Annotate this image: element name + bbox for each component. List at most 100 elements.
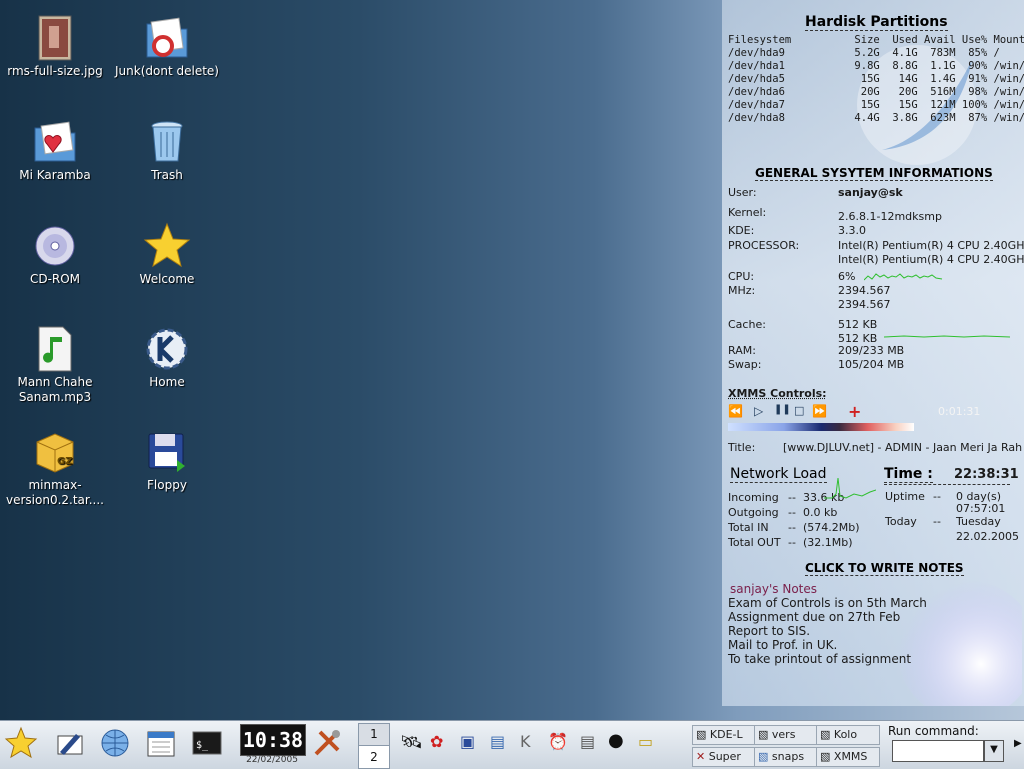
desktop-icon-label: rms-full-size.jpg [7,64,102,78]
clock-time: 10:38 [243,728,303,752]
bomb-icon[interactable]: ● [608,730,624,751]
today-label: Today [885,515,917,528]
mhz-value: 2394.567 [838,284,891,297]
desktop-icon-home[interactable]: Home [115,325,219,390]
task-button-super[interactable]: ✕ Super [692,747,756,767]
svg-text:GZ: GZ [57,456,72,467]
uptime-sep: -- [933,490,941,503]
ram-value: 209/233 MB [838,344,904,357]
desktop-icon-mi-karamba[interactable]: Mi Karamba [3,118,107,183]
time-clock: 22:38:31 [954,467,1019,482]
taskbar-star-button[interactable] [4,726,38,760]
window-icon: ▧ [820,750,830,763]
kde-label: KDE: [728,224,754,237]
cache-label: Cache: [728,318,766,331]
taskbar-browser-button[interactable] [98,726,132,760]
ticket-icon[interactable]: ▭ [638,732,653,751]
time-divider [884,484,1010,485]
partition-row: /dev/hda6 20G 20G 516M 98% /win/e [728,86,1024,98]
xmms-progress-bar[interactable] [728,423,914,431]
uptime-label: Uptime [885,490,925,503]
add-icon[interactable]: + [848,402,861,421]
xmms-elapsed: 0:01:31 [938,405,980,418]
kde-home-icon [143,325,191,373]
run-command-input[interactable] [892,740,984,762]
total-out-value: (32.1Mb) [803,536,853,549]
taskbar-kwrite-button[interactable] [52,726,86,760]
total-in-value: (574.2Mb) [803,521,860,534]
network-title: Network Load [730,466,827,483]
today-value: Tuesday [956,515,1001,528]
taskbar-scroll-right-icon[interactable]: ▶ [1014,738,1022,749]
desktop-2-button[interactable]: 2 [359,746,389,768]
note-line: Mail to Prof. in UK. [728,638,837,652]
note-line: Assignment due on 27th Feb [728,610,900,624]
note-line: To take printout of assignment [728,652,911,666]
desktop-icon-label: Floppy [147,478,187,492]
cpu-label: CPU: [728,270,754,283]
task-label: KDE-L [710,728,743,741]
desktop-1-button[interactable]: 1 [359,724,389,746]
alarm-clock-icon[interactable]: ⏰ [548,732,568,751]
cdrom-icon [31,222,79,270]
desktop-icon-label: Junk(dont delete) [115,64,219,78]
desktop-icon-rms-full-size[interactable]: rms-full-size.jpg [3,14,107,79]
gz-archive-icon: GZ [31,428,79,476]
desktop-icon-label: minmax-version0.2.tar.... [6,478,104,507]
swap-value: 105/204 MB [838,358,904,371]
processor-value: Intel(R) Pentium(R) 4 CPU 2.40GHz [838,239,1024,252]
task-label: vers [772,728,796,741]
partition-row: /dev/hda7 15G 15G 121M 100% /win/f [728,99,1024,111]
notes-header[interactable]: CLICK TO WRITE NOTES [805,561,964,576]
taskbar-tools-button[interactable] [310,726,344,760]
task-button-kde[interactable]: ▧ KDE-L [692,725,756,745]
floppy-icon [143,428,191,476]
today-sep: -- [933,515,941,528]
outgoing-sep: -- [788,506,796,519]
tools-icon [310,726,344,760]
xmms-title-label: Title: [728,441,755,454]
desktop-icon-mann-chahe-sanam[interactable]: Mann Chahe Sanam.mp3 [3,325,107,405]
close-x-icon: ✕ [696,750,705,763]
desktop-icon-trash[interactable]: Trash [115,118,219,183]
partition-row: /dev/hda1 9.8G 8.8G 1.1G 90% /win/c [728,60,1024,72]
klipper-icon[interactable]: ▤ [490,732,505,751]
run-command-dropdown[interactable]: ▼ [984,740,1004,762]
satellite-icon[interactable]: 🛰 [400,732,423,753]
task-button-vers[interactable]: ▧ vers [754,725,818,745]
task-button-xmms[interactable]: ▧ XMMS [816,747,880,767]
notepad-icon[interactable]: ▤ [580,732,595,751]
music-file-icon [31,325,79,373]
desktop-icon-welcome[interactable]: Welcome [115,222,219,287]
partitions-header: Filesystem Size Used Avail Use% Mounted … [728,34,1024,46]
task-button-kolo[interactable]: ▧ Kolo [816,725,880,745]
taskbar-digital-clock[interactable]: 10:38 [240,724,306,756]
taskbar-calendar-button[interactable] [144,726,178,760]
desktop-icon-label: Mann Chahe Sanam.mp3 [17,375,92,404]
play-button[interactable]: ▷ [754,404,763,418]
kde-value: 3.3.0 [838,224,866,237]
desktop-icon-minmax-archive[interactable]: GZ minmax-version0.2.tar.... [3,428,107,508]
clock-date: 22/02/2005 [240,755,304,765]
task-label: Super [709,750,741,763]
xmms-track: [www.DJLUV.net] - ADMIN - Jaan Meri Ja R… [783,441,1023,454]
ram-label: RAM: [728,344,756,357]
forward-button[interactable]: ⏩ [812,404,827,418]
dots-icon[interactable]: ✿ [430,732,443,751]
time-title: Time : [884,466,933,483]
desktop-icon-label: Trash [151,168,183,182]
desktop-icon-floppy[interactable]: Floppy [115,428,219,493]
total-out-sep: -- [788,536,796,549]
total-in-sep: -- [788,521,796,534]
desktop-icon-junk[interactable]: Junk(dont delete) [115,14,219,79]
taskbar-terminal-button[interactable]: $_ [190,726,224,760]
stop-button[interactable]: □ [794,404,804,417]
display-icon[interactable]: ▣ [460,732,475,751]
desktop-icon-cdrom[interactable]: CD-ROM [3,222,107,287]
kde-icon[interactable]: K [520,732,531,751]
rewind-button[interactable]: ⏪ [728,404,743,418]
folder-heart-icon [31,118,79,166]
task-button-snaps[interactable]: ▧ snaps [754,747,818,767]
desktop-icon-label: Welcome [140,272,195,286]
pause-button[interactable]: ❚❚ [774,404,791,415]
